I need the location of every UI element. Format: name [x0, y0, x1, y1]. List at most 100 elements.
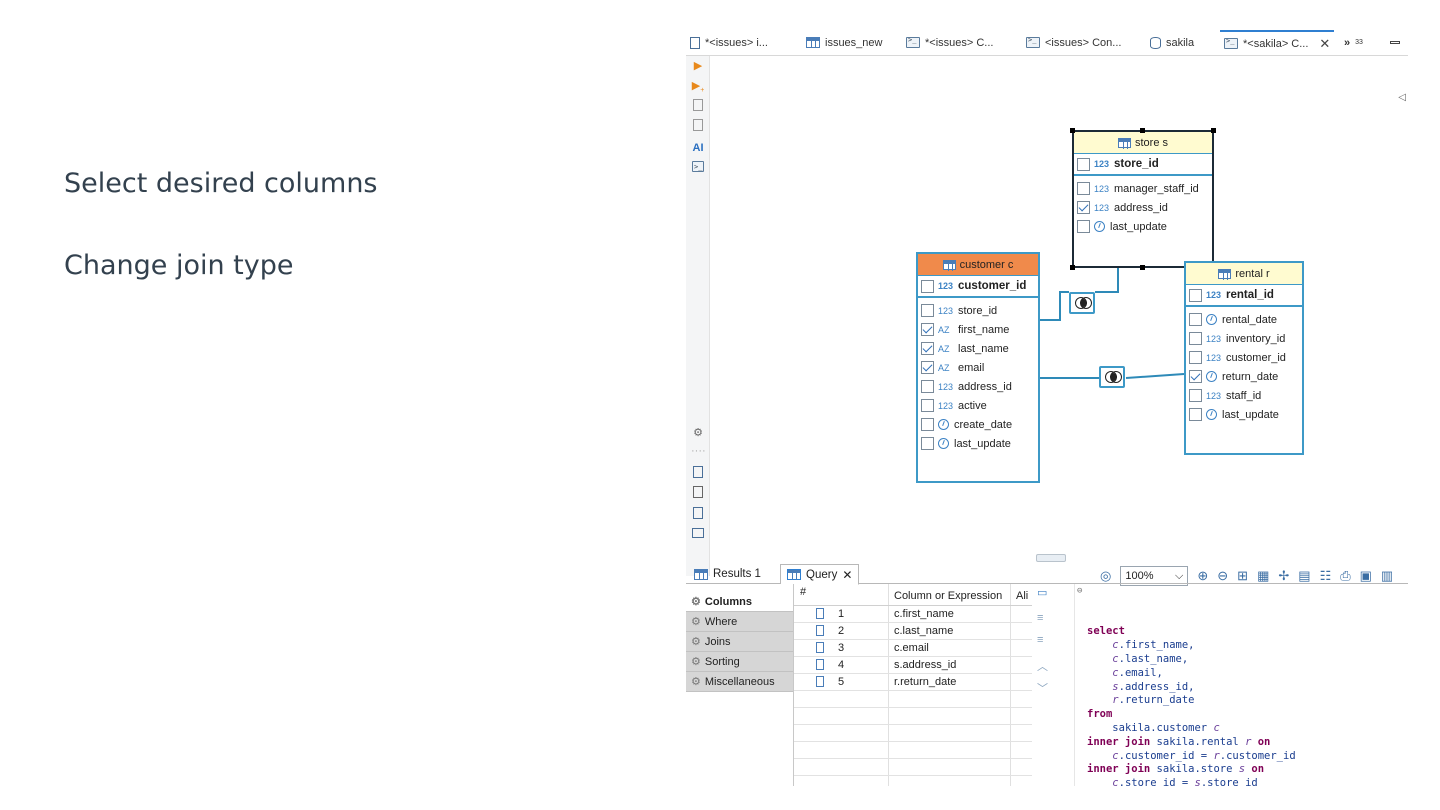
column-checkbox[interactable]	[1189, 313, 1202, 326]
section-where[interactable]: ⚙ Where	[686, 612, 793, 632]
entity-column-row[interactable]: AZ last_name	[918, 339, 1038, 358]
outline-icon[interactable]	[691, 528, 705, 542]
column-checkbox[interactable]	[921, 399, 934, 412]
execute-new-tab-icon[interactable]: ▶+	[691, 79, 705, 94]
section-sorting[interactable]: ⚙ Sorting	[686, 652, 793, 672]
entity-customer[interactable]: customer c 123 customer_id 123 store_id AZ…	[916, 252, 1040, 483]
minimize-button[interactable]	[1390, 30, 1400, 55]
sql-preview[interactable]: ⊖ select c.first_name, c.last_name, c.em…	[1074, 584, 1408, 786]
column-checkbox[interactable]	[921, 279, 934, 293]
join-customer-rental-icon[interactable]	[1099, 366, 1125, 388]
section-columns[interactable]: ⚙ Columns	[686, 592, 793, 612]
table-row[interactable]: 4 s.address_id	[794, 657, 1032, 674]
column-checkbox[interactable]	[921, 437, 934, 450]
empty-row[interactable]	[794, 725, 1032, 742]
join-customer-store-icon[interactable]	[1069, 292, 1095, 314]
tab-overflow[interactable]: » 33	[1344, 30, 1363, 55]
section-miscellaneous[interactable]: ⚙ Miscellaneous	[686, 672, 793, 692]
entity-header[interactable]: customer c	[918, 254, 1038, 276]
entity-column-row[interactable]: create_date	[918, 415, 1038, 434]
settings-icon[interactable]: ⚙	[691, 426, 705, 440]
entity-column-row[interactable]: 123 address_id	[918, 377, 1038, 396]
empty-row[interactable]	[794, 708, 1032, 725]
column-checkbox[interactable]	[921, 304, 934, 317]
tab-query[interactable]: Query ✕	[780, 564, 860, 585]
entity-column-row[interactable]: 123 active	[918, 396, 1038, 415]
entity-store[interactable]: store s 123 store_id 123 manager_staff_id…	[1072, 130, 1214, 268]
entity-pk-row[interactable]: 123 rental_id	[1186, 285, 1302, 307]
fold-icon[interactable]: ⊖	[1077, 585, 1082, 599]
column-checkbox[interactable]	[921, 323, 934, 336]
delete-row-icon[interactable]: ≡	[1037, 634, 1043, 646]
panel-splitter[interactable]	[1036, 554, 1066, 562]
column-checkbox[interactable]	[921, 361, 934, 374]
column-checkbox[interactable]	[1077, 182, 1090, 195]
tab-results-1[interactable]: Results 1	[688, 564, 767, 584]
column-expression[interactable]: c.first_name	[894, 608, 954, 620]
comment-icon[interactable]: ▭	[1037, 586, 1047, 599]
column-checkbox[interactable]	[921, 418, 934, 431]
entity-column-row[interactable]: AZ first_name	[918, 320, 1038, 339]
entity-column-row[interactable]: AZ email	[918, 358, 1038, 377]
column-checkbox[interactable]	[1077, 220, 1090, 233]
entity-rental[interactable]: rental r 123 rental_id rental_date 123 inv…	[1184, 261, 1304, 455]
add-row-icon[interactable]: ≡	[1037, 612, 1043, 624]
entity-pk-row[interactable]: 123 customer_id	[918, 276, 1038, 298]
empty-row[interactable]	[794, 759, 1032, 776]
export-icon[interactable]	[691, 466, 705, 480]
column-expression[interactable]: c.last_name	[894, 625, 953, 637]
close-icon[interactable]: ✕	[1319, 36, 1330, 52]
entity-header[interactable]: rental r	[1186, 263, 1302, 285]
execute-script-icon[interactable]	[691, 99, 705, 113]
column-checkbox[interactable]	[921, 380, 934, 393]
table-row[interactable]: 1 c.first_name	[794, 606, 1032, 623]
tab-issues-new[interactable]: issues_new	[806, 30, 882, 55]
entity-column-row[interactable]: 123 store_id	[918, 301, 1038, 320]
column-checkbox[interactable]	[1077, 157, 1090, 171]
explain-plan-icon[interactable]	[691, 119, 705, 133]
entity-column-row[interactable]: 123 inventory_id	[1186, 329, 1302, 348]
column-checkbox[interactable]	[1189, 288, 1202, 302]
resize-handle[interactable]	[1140, 265, 1145, 270]
column-checkbox[interactable]	[921, 342, 934, 355]
column-checkbox[interactable]	[1189, 351, 1202, 364]
tab-issues-script[interactable]: *<issues> i...	[690, 30, 768, 55]
tab-issues-console-2[interactable]: <issues> Con...	[1026, 30, 1121, 55]
column-expression[interactable]: c.email	[894, 642, 929, 654]
columns-grid[interactable]: # Column or Expression Ali 1 c.first_name…	[794, 584, 1032, 786]
ai-assistant-icon[interactable]: AI	[691, 141, 705, 155]
move-down-icon[interactable]: ﹀	[1037, 680, 1048, 696]
entity-column-row[interactable]: 123 manager_staff_id	[1074, 179, 1212, 198]
resize-handle[interactable]	[1070, 128, 1075, 133]
table-row[interactable]: 3 c.email	[794, 640, 1032, 657]
warning-file-icon[interactable]	[691, 486, 705, 500]
tab-sakila[interactable]: sakila	[1150, 30, 1194, 55]
entity-column-row[interactable]: rental_date	[1186, 310, 1302, 329]
column-checkbox[interactable]	[1189, 389, 1202, 402]
entity-column-row[interactable]: return_date	[1186, 367, 1302, 386]
empty-row[interactable]	[794, 691, 1032, 708]
move-up-icon[interactable]: ︿	[1037, 658, 1048, 674]
resize-handle[interactable]	[1211, 128, 1216, 133]
entity-pk-row[interactable]: 123 store_id	[1074, 154, 1212, 176]
table-row[interactable]: 5 r.return_date	[794, 674, 1032, 691]
column-checkbox[interactable]	[1077, 201, 1090, 214]
console-icon[interactable]	[691, 160, 705, 175]
entity-column-row[interactable]: last_update	[1074, 217, 1212, 236]
entity-column-row[interactable]: 123 address_id	[1074, 198, 1212, 217]
table-row[interactable]: 2 c.last_name	[794, 623, 1032, 640]
entity-column-row[interactable]: last_update	[918, 434, 1038, 453]
section-joins[interactable]: ⚙ Joins	[686, 632, 793, 652]
resize-handle[interactable]	[1070, 265, 1075, 270]
query-builder-canvas[interactable]: ◁ store s 123 store_id 123 manager_staff_…	[710, 56, 1408, 586]
column-checkbox[interactable]	[1189, 408, 1202, 421]
empty-row[interactable]	[794, 742, 1032, 759]
close-icon[interactable]: ✕	[842, 568, 852, 582]
column-checkbox[interactable]	[1189, 370, 1202, 383]
column-checkbox[interactable]	[1189, 332, 1202, 345]
entity-column-row[interactable]: 123 customer_id	[1186, 348, 1302, 367]
entity-header[interactable]: store s	[1074, 132, 1212, 154]
entity-column-row[interactable]: 123 staff_id	[1186, 386, 1302, 405]
resize-handle[interactable]	[1140, 128, 1145, 133]
tab-sakila-console[interactable]: *<sakila> C... ✕	[1220, 30, 1335, 55]
